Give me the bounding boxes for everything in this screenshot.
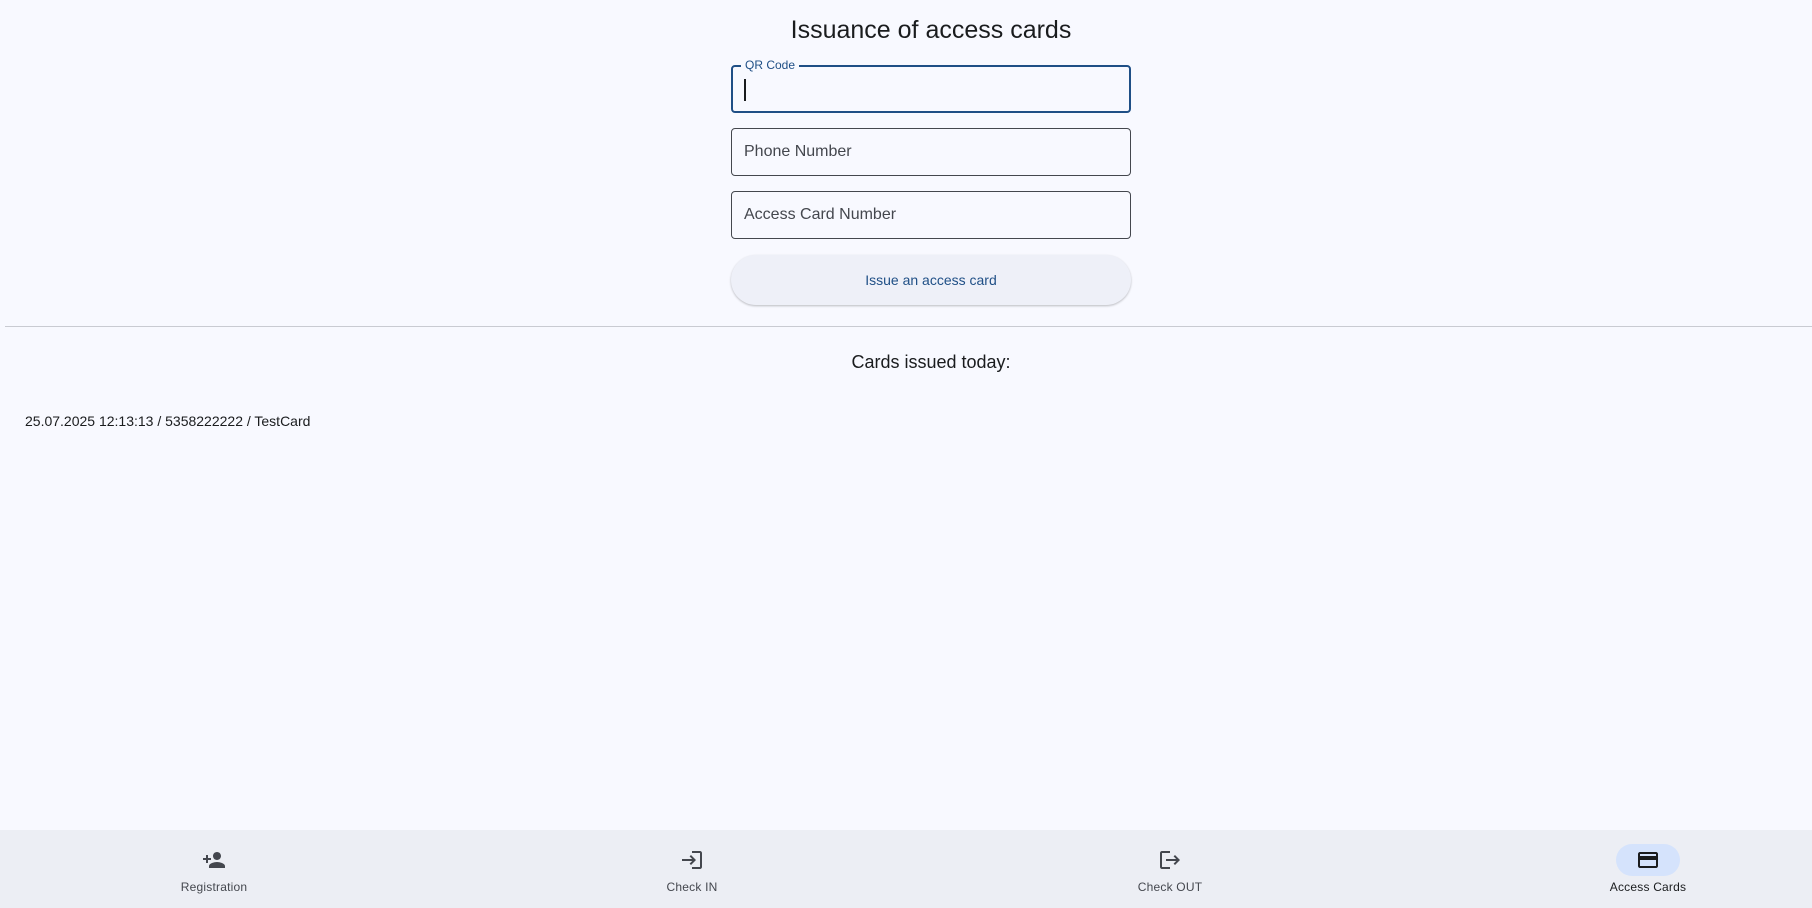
credit-card-icon [1616,844,1680,876]
nav-item-check-in[interactable]: Check IN [622,830,762,908]
nav-item-check-out[interactable]: Check OUT [1100,830,1240,908]
nav-item-registration[interactable]: Registration [144,830,284,908]
text-caret [744,79,746,101]
issued-cards-list: 25.07.2025 12:13:13 / 5358222222 / TestC… [25,412,310,430]
divider [5,326,1812,327]
nav-label-check-out: Check OUT [1137,880,1203,894]
issue-access-card-button[interactable]: Issue an access card [731,255,1131,305]
page-title: Issuance of access cards [790,16,1072,44]
nav-label-check-in: Check IN [666,880,718,894]
access-card-number-field[interactable] [731,191,1131,239]
nav-label-registration: Registration [180,880,248,894]
nav-label-access-cards: Access Cards [1609,880,1687,894]
logout-icon [1138,844,1202,876]
qr-code-label: QR Code [741,58,800,72]
nav-item-access-cards[interactable]: Access Cards [1578,830,1718,908]
qr-code-input[interactable] [733,67,1129,111]
login-icon [660,844,724,876]
list-item: 25.07.2025 12:13:13 / 5358222222 / TestC… [25,413,311,429]
phone-number-field[interactable] [731,128,1131,176]
qr-code-field[interactable]: QR Code [731,58,1131,113]
page: Issuance of access cards QR Code Issue a… [0,0,1812,908]
cards-issued-heading: Cards issued today: [851,352,1011,372]
phone-number-input[interactable] [732,129,1130,175]
bottom-navigation: Registration Check IN Check OUT Access C… [0,830,1812,908]
access-card-number-input[interactable] [732,192,1130,238]
person-add-icon [182,844,246,876]
